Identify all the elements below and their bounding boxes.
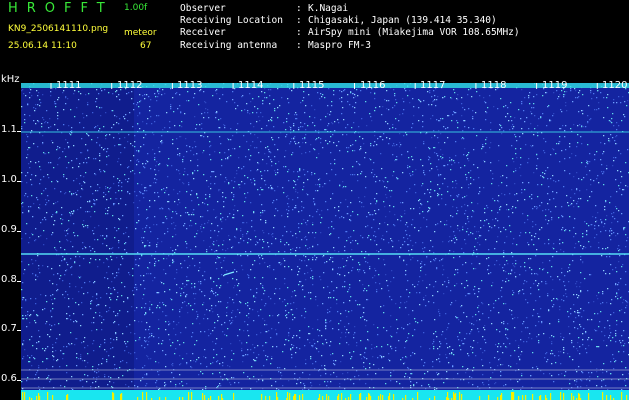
meteor-count-label: meteor — [124, 28, 157, 38]
info-key: Observer — [180, 3, 226, 14]
minute-label: 1116 — [360, 80, 386, 91]
info-value: Maspro FM-3 — [308, 39, 371, 51]
info-colon: : — [296, 39, 302, 51]
minute-label: 1118 — [481, 80, 507, 91]
info-value: K.Nagai — [308, 3, 349, 14]
spectrogram-canvas — [21, 83, 629, 400]
y-tick-label: 1.0 — [1, 174, 17, 185]
datetime-label: 25.06.14 11:10 — [8, 41, 77, 51]
info-key: Receiving antenna — [180, 39, 278, 51]
info-value: AirSpy mini (Miakejima VOR 108.65MHz) — [308, 27, 520, 39]
version-label: 1.00f — [124, 3, 148, 13]
minute-label: 1117 — [420, 80, 446, 91]
y-tick-label: 0.8 — [1, 274, 17, 285]
minute-label: 1114 — [238, 80, 264, 91]
y-tick-label: 0.7 — [1, 323, 17, 334]
filename-label: KN9_2506141110.png — [8, 24, 109, 34]
meteor-echo — [223, 271, 235, 276]
frequency-unit-label: kHz — [1, 74, 20, 85]
header-panel: HROFFT 1.00f KN9_2506141110.png meteor 2… — [0, 0, 629, 80]
spectrogram — [21, 83, 629, 400]
minute-label: 1115 — [299, 80, 325, 91]
minute-label: 1112 — [117, 80, 143, 91]
info-colon: : — [296, 15, 302, 27]
y-tick-label: 0.6 — [1, 373, 17, 384]
info-colon: : — [296, 27, 302, 39]
minute-label: 1119 — [542, 80, 568, 91]
noise-band — [21, 83, 134, 400]
meteor-count-value: 67 — [140, 41, 152, 51]
info-key: Receiver — [180, 27, 226, 39]
minute-markers: 1111 1112 1113 1114 1115 1116 1117 1118 … — [21, 80, 629, 94]
minute-label: 1111 — [56, 80, 82, 91]
minute-label: 1113 — [177, 80, 203, 91]
y-tick-label: 0.9 — [1, 224, 17, 235]
info-value: Chigasaki, Japan (139.414 35.340) — [308, 15, 497, 27]
minute-label: 1120 — [602, 80, 628, 91]
info-colon: : — [296, 3, 302, 14]
info-key: Receiving Location — [180, 15, 283, 27]
app-title: HROFFT — [8, 1, 114, 16]
y-tick-label: 1.1 — [1, 124, 17, 135]
